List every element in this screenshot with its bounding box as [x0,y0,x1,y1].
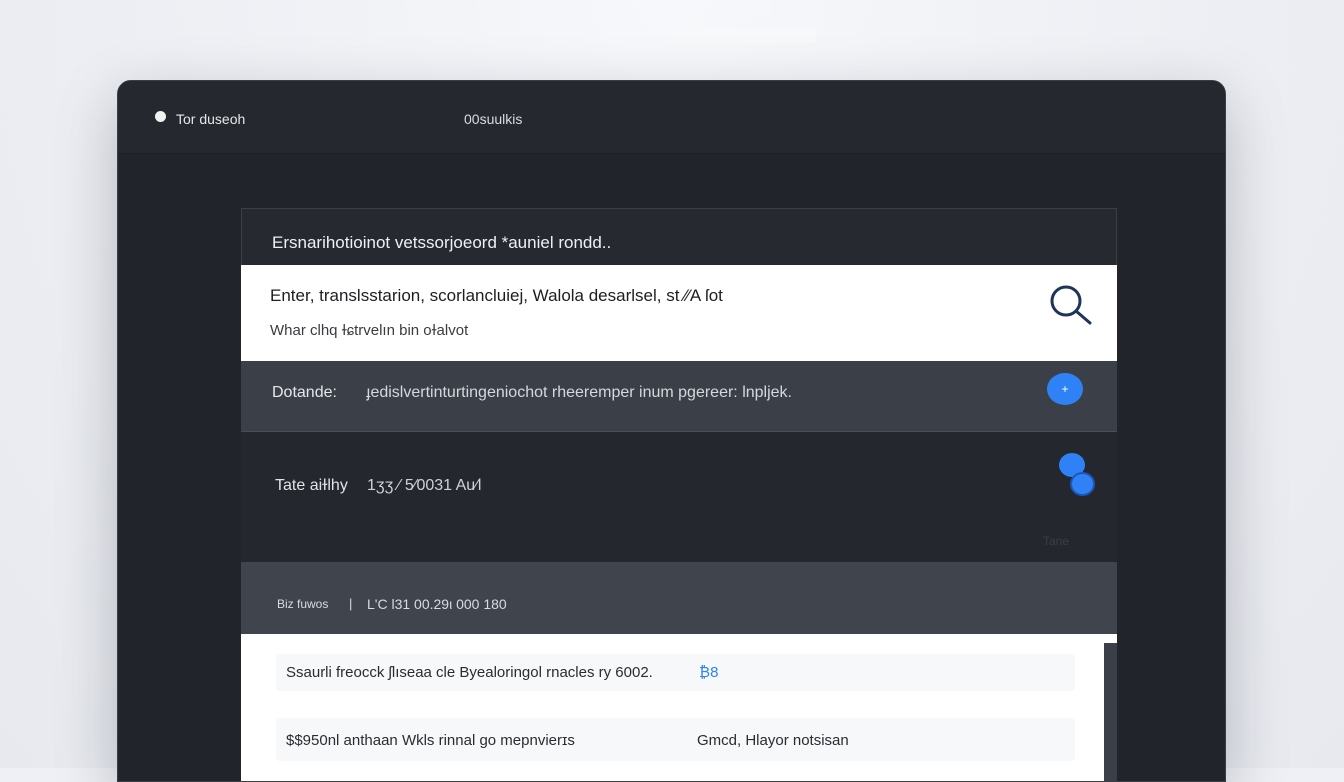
panel-title: Ersnarihotioinot vetssorjoeord *auniel r… [272,233,612,252]
add-button[interactable]: + [1047,373,1083,405]
decorative-mark [745,0,771,16]
scrollbar[interactable] [1104,643,1117,781]
result-text: $$950nl anthaan Wkls rinnal go mepnvierɪ… [286,732,575,749]
detail-row: Dotande: ɟedislvertinturtingeniochot rhe… [241,361,1117,432]
results-list: Ssaurli freocck ʃlıseaa cle Byealoringol… [241,634,1117,781]
search-box[interactable]: Enter, translsstarion, scorlancluiej, Wa… [241,265,1117,361]
window-status: 00suulkis [464,111,523,127]
app-name: Tor duseoh [176,111,246,127]
summary-separator: | [349,596,353,611]
summary-row: Biz fuwos | L'C l31 00.29ι 000 180 [241,562,1117,634]
decorative-bar [670,28,816,43]
time-label: Tate aiɫlhy [275,477,348,494]
panel-header: Ersnarihotioinot vetssorjoeord *auniel r… [241,208,1117,266]
search-hint: Whar clhq ɫɕtrvelın bin oɫalvot [270,322,469,339]
summary-left: Biz fuwos [277,597,329,611]
list-item[interactable]: $$950nl anthaan Wkls rinnal go mepnvierɪ… [276,718,1075,761]
result-meta: Gmcd, Hlayor notsisan [697,732,849,749]
app-window: Tor duseoh 00suulkis Ersnarihotioinot ve… [117,80,1226,782]
search-input-text[interactable]: Enter, translsstarion, scorlancluiej, Wa… [270,286,723,306]
main-panel: Ersnarihotioinot vetssorjoeord *auniel r… [241,208,1117,781]
summary-right: L'C l31 00.29ι 000 180 [367,596,507,612]
faint-label: Tane [1043,534,1070,548]
toggle-handle-icon[interactable] [1070,472,1095,496]
detail-label: Dotande: [272,384,337,401]
result-link[interactable]: ₿8 [699,664,718,681]
list-item[interactable]: Ssaurli freocck ʃlıseaa cle Byealoringol… [276,654,1075,691]
search-icon[interactable] [1047,283,1095,327]
time-row: Tate aiɫlhy 1ʒʒ ⁄ 5⁄0031 Au⁄l Tane [241,432,1117,562]
title-bar: Tor duseoh 00suulkis [118,81,1225,154]
result-text: Ssaurli freocck ʃlıseaa cle Byealoringol… [286,664,653,681]
detail-value: ɟedislvertinturtingeniochot rheeremper i… [366,384,792,401]
app-logo-icon [155,111,166,122]
time-value: 1ʒʒ ⁄ 5⁄0031 Au⁄l [367,477,482,494]
